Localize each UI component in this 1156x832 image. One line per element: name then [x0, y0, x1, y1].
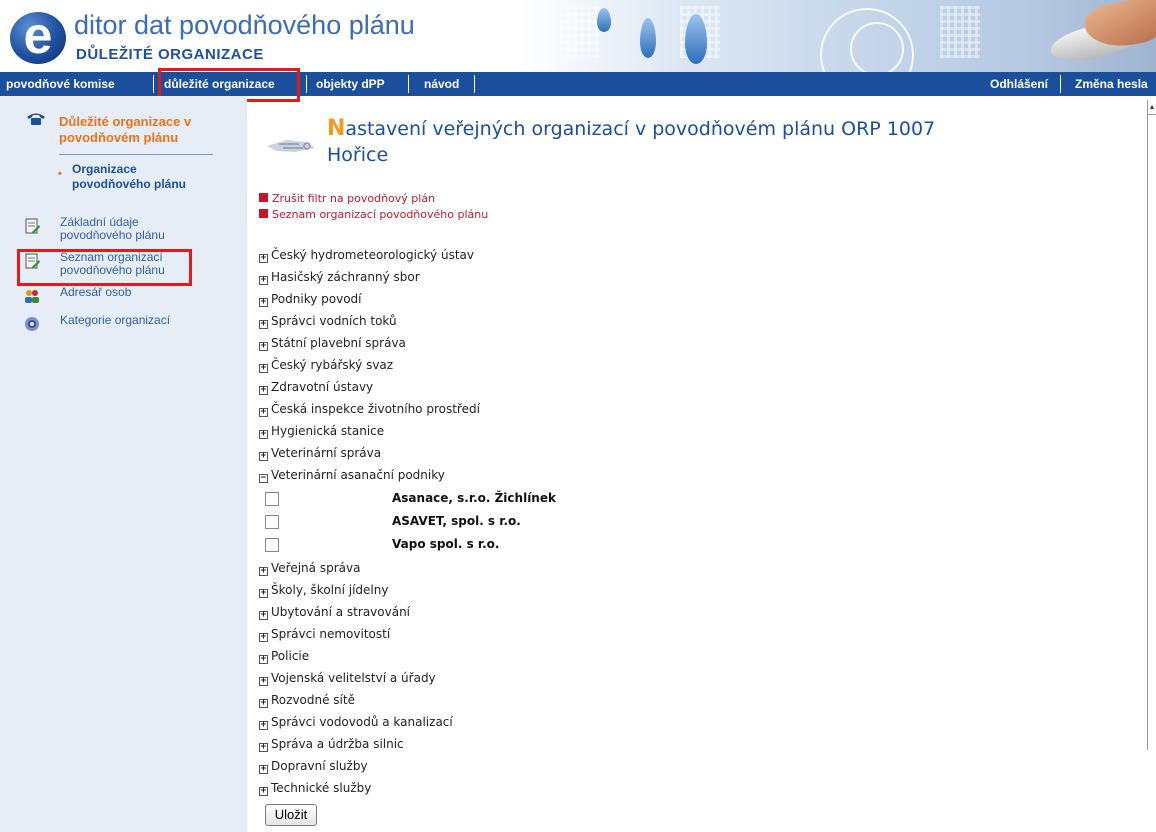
organization-name: Vapo spol. s r.o. — [392, 537, 500, 551]
tree-category[interactable]: + Veřejná správa — [259, 561, 360, 576]
expand-icon: + — [259, 632, 268, 642]
organization-row: Asanace, s.r.o. Žichlínek — [265, 491, 865, 507]
tree-category[interactable]: + Veterinární správa — [259, 446, 381, 461]
nav-objekty-dpp[interactable]: objekty dPP — [316, 76, 385, 92]
link-zrusit-filtr[interactable]: Zrušit filtr na povodňový plán — [259, 192, 435, 206]
people-icon — [25, 290, 39, 303]
expand-icon: + — [259, 451, 268, 461]
app-header: e ditor dat povodňového plánu DŮLEŽITÉ O… — [0, 0, 1156, 72]
expand-icon: + — [259, 275, 268, 285]
organization-row: ASAVET, spol. s r.o. — [265, 514, 865, 530]
sidebar-item-label: Základní údaje povodňového plánu — [60, 215, 165, 242]
expand-icon: + — [259, 698, 268, 708]
expand-icon: + — [259, 764, 268, 774]
tree-category[interactable]: + Státní plavební správa — [259, 336, 406, 351]
sidebar-heading: Důležité organizace v povodňovém plánu — [59, 114, 192, 145]
nav-odhlaseni[interactable]: Odhlášení — [990, 76, 1048, 92]
document-edit-icon — [25, 218, 40, 234]
sidebar-subitem-organizace[interactable]: Organizace povodňového plánu — [72, 162, 212, 192]
tree-category[interactable]: + Správci nemovitostí — [259, 627, 390, 642]
expand-icon: + — [259, 654, 268, 664]
tree-category[interactable]: + Dopravní služby — [259, 759, 368, 774]
expand-icon: + — [259, 610, 268, 620]
save-button[interactable]: Uložit — [265, 804, 317, 826]
vertical-scrollbar[interactable]: ▴ — [1147, 100, 1156, 750]
organization-name: ASAVET, spol. s r.o. — [392, 514, 521, 528]
expand-icon: + — [259, 297, 268, 307]
nav-separator — [1060, 75, 1061, 93]
phone-icon — [27, 113, 45, 125]
water-drop-icon — [597, 8, 611, 32]
expand-icon: + — [259, 385, 268, 395]
tree-category[interactable]: + Ubytování a stravování — [259, 605, 410, 620]
tree-category[interactable]: + Policie — [259, 649, 309, 664]
expand-icon: + — [259, 720, 268, 730]
tree-category[interactable]: + Podniky povodí — [259, 292, 362, 307]
nav-separator — [306, 75, 307, 93]
tree-category-expanded[interactable]: − Veterinární asanační podniky — [259, 468, 445, 483]
expand-icon: + — [259, 319, 268, 329]
nav-povodnove-komise[interactable]: povodňové komise — [6, 76, 115, 92]
app-title: ditor dat povodňového plánu — [74, 10, 415, 40]
tree-category[interactable]: + Správci vodních toků — [259, 314, 397, 329]
gear-icon — [25, 317, 39, 331]
organization-row: Vapo spol. s r.o. — [265, 537, 865, 553]
tree-category[interactable]: + Hasičský záchranný sbor — [259, 270, 420, 285]
expand-icon: + — [259, 742, 268, 752]
arrow-right-icon — [259, 193, 268, 202]
header-banner-image — [520, 0, 1156, 72]
arrow-right-icon — [259, 209, 268, 218]
car-keys-icon — [267, 140, 315, 152]
sidebar-divider — [59, 154, 213, 155]
water-drop-icon — [640, 18, 656, 58]
collapse-icon: − — [259, 473, 268, 483]
nav-separator — [408, 75, 409, 93]
organization-checkbox[interactable] — [265, 515, 279, 529]
sidebar: Důležité organizace v povodňovém plánu •… — [0, 96, 247, 832]
tree-category[interactable]: + Správa a údržba silnic — [259, 737, 404, 752]
nav-separator — [474, 75, 475, 93]
tree-category[interactable]: + Školy, školní jídelny — [259, 583, 388, 598]
nav-separator — [153, 75, 154, 93]
tree-category[interactable]: + Rozvodné sítě — [259, 693, 355, 708]
tree-category[interactable]: + Česká inspekce životního prostředí — [259, 402, 480, 417]
main-content: Nastavení veřejných organizací v povodňo… — [247, 96, 1147, 832]
tree-category[interactable]: + Český rybářský svaz — [259, 358, 393, 373]
tree-category[interactable]: + Vojenská velitelství a úřady — [259, 671, 436, 686]
page-title: Nastavení veřejných organizací v povodňo… — [327, 116, 936, 166]
expand-icon: + — [259, 588, 268, 598]
tree-category[interactable]: + Český hydrometeorologický ústav — [259, 248, 474, 263]
expand-icon: + — [259, 341, 268, 351]
expand-icon: + — [259, 566, 268, 576]
organization-name: Asanace, s.r.o. Žichlínek — [392, 491, 556, 505]
scroll-up-icon[interactable]: ▴ — [1148, 100, 1156, 115]
expand-icon: + — [259, 363, 268, 373]
link-seznam-organizaci[interactable]: Seznam organizací povodňového plánu — [259, 208, 488, 222]
expand-icon: + — [259, 676, 268, 686]
organization-checkbox[interactable] — [265, 492, 279, 506]
tree-category[interactable]: + Správci vodovodů a kanalizací — [259, 715, 453, 730]
app-logo: e — [10, 10, 66, 64]
tree-category[interactable]: + Zdravotní ústavy — [259, 380, 373, 395]
bullet-icon: • — [58, 168, 62, 180]
sidebar-item-label: Kategorie organizací — [60, 313, 171, 327]
sidebar-item-label: Adresář osob — [60, 285, 132, 299]
highlight-box — [17, 249, 192, 286]
tree-category[interactable]: + Technické služby — [259, 781, 371, 796]
expand-icon: + — [259, 786, 268, 796]
expand-icon: + — [259, 429, 268, 439]
organization-checkbox[interactable] — [265, 538, 279, 552]
nav-navod[interactable]: návod — [424, 76, 459, 92]
expand-icon: + — [259, 253, 268, 263]
tree-category[interactable]: + Hygienická stanice — [259, 424, 384, 439]
nav-zmena-hesla[interactable]: Změna hesla — [1075, 76, 1148, 92]
expand-icon: + — [259, 407, 268, 417]
app-subtitle: DŮLEŽITÉ ORGANIZACE — [76, 46, 264, 63]
